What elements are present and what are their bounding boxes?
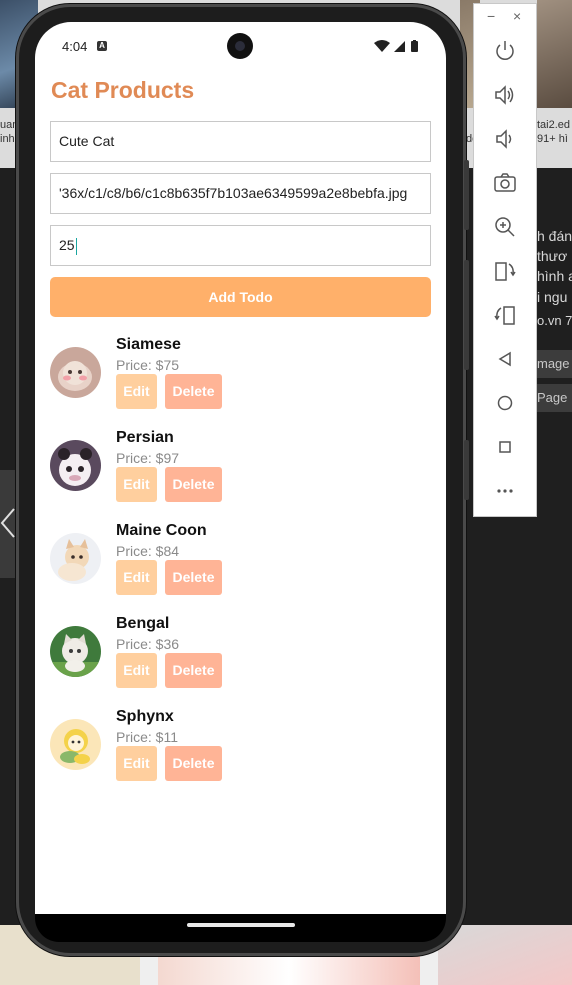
zoom-in-icon[interactable]	[491, 213, 519, 241]
background-thumbnail	[438, 925, 572, 985]
cat-name: Siamese	[116, 336, 181, 353]
volume-down-icon[interactable]	[491, 125, 519, 153]
background-caption: 91+ hì	[537, 133, 568, 145]
status-bar: 4:04 A	[35, 22, 446, 70]
signal-icon	[394, 41, 405, 52]
camera-icon[interactable]	[491, 169, 519, 197]
delete-button[interactable]: Delete	[165, 560, 222, 595]
background-thumbnail	[537, 0, 572, 108]
list-item: Bengal Price: $36 Edit Delete	[50, 615, 431, 703]
background-text: h đán	[537, 228, 572, 244]
status-time: 4:04	[62, 39, 88, 54]
list-item: Maine Coon Price: $84 Edit Delete	[50, 522, 431, 610]
list-item: Persian Price: $97 Edit Delete	[50, 429, 431, 517]
edit-button[interactable]: Edit	[116, 746, 157, 781]
cat-name: Bengal	[116, 615, 170, 632]
delete-button[interactable]: Delete	[165, 374, 222, 409]
background-text: hình a	[537, 268, 572, 284]
delete-button[interactable]: Delete	[165, 653, 222, 688]
volume-up-icon[interactable]	[491, 81, 519, 109]
phone-side-button	[464, 440, 469, 500]
delete-button[interactable]: Delete	[165, 746, 222, 781]
cat-avatar	[50, 719, 101, 770]
emulator-window-controls: − ×	[474, 4, 538, 32]
background-text: i ngu	[537, 289, 568, 305]
name-input[interactable]: Cute Cat	[50, 121, 431, 162]
cat-price: Price: $97	[116, 450, 180, 466]
cat-avatar	[50, 533, 101, 584]
rotate-right-icon[interactable]	[491, 301, 519, 329]
image-url-input[interactable]: '36x/c1/c8/b6/c1c8b635f7b103ae6349599a2e…	[50, 173, 431, 214]
cat-avatar	[50, 347, 101, 398]
home-indicator[interactable]	[187, 923, 295, 927]
back-icon[interactable]	[491, 345, 519, 373]
cat-avatar	[50, 626, 101, 677]
background-image-button[interactable]: mage	[537, 350, 572, 378]
name-input-value: Cute Cat	[59, 133, 115, 149]
phone-screen: 4:04 A Cat Products Cute Cat '36x/c1/c8/…	[35, 22, 446, 914]
edit-button[interactable]: Edit	[116, 467, 157, 502]
background-text: thươ	[537, 248, 568, 264]
price-input-value: 25	[59, 237, 75, 253]
home-icon[interactable]	[491, 389, 519, 417]
phone-side-button	[464, 260, 469, 370]
cat-name: Maine Coon	[116, 522, 207, 539]
cat-name: Persian	[116, 429, 174, 446]
cat-name: Sphynx	[116, 708, 174, 725]
edit-button[interactable]: Edit	[116, 374, 157, 409]
page-title: Cat Products	[51, 77, 195, 103]
background-text: o.vn 7	[537, 313, 572, 328]
cat-price: Price: $84	[116, 543, 180, 559]
close-button[interactable]: ×	[513, 9, 521, 23]
cat-avatar	[50, 440, 101, 491]
edit-button[interactable]: Edit	[116, 560, 157, 595]
emulator-toolbar: − ×	[473, 3, 537, 517]
power-icon[interactable]	[491, 37, 519, 65]
status-icons	[374, 40, 418, 52]
cat-price: Price: $36	[116, 636, 180, 652]
minimize-button[interactable]: −	[487, 9, 495, 23]
image-url-input-value: '36x/c1/c8/b6/c1c8b635f7b103ae6349599a2e…	[59, 185, 408, 201]
phone-side-button	[464, 160, 469, 230]
text-caret	[75, 237, 78, 255]
battery-icon	[411, 41, 418, 52]
delete-button[interactable]: Delete	[165, 467, 222, 502]
list-item: Sphynx Price: $11 Edit Delete	[50, 708, 431, 796]
android-notification-icon: A	[97, 41, 107, 51]
background-page-button[interactable]: Page	[537, 384, 572, 412]
cat-price: Price: $75	[116, 357, 180, 373]
price-input[interactable]: 25	[50, 225, 431, 266]
front-camera	[227, 33, 253, 59]
edit-button[interactable]: Edit	[116, 653, 157, 688]
list-item: Siamese Price: $75 Edit Delete	[50, 336, 431, 424]
background-caption: tai2.ed	[537, 119, 571, 131]
rotate-left-icon[interactable]	[491, 257, 519, 285]
background-caption: inh	[0, 133, 15, 145]
cat-price: Price: $11	[116, 729, 178, 745]
overview-icon[interactable]	[491, 433, 519, 461]
more-icon[interactable]	[491, 477, 519, 505]
navigation-bar	[35, 914, 446, 942]
wifi-icon	[374, 40, 390, 52]
add-todo-button[interactable]: Add Todo	[50, 277, 431, 317]
